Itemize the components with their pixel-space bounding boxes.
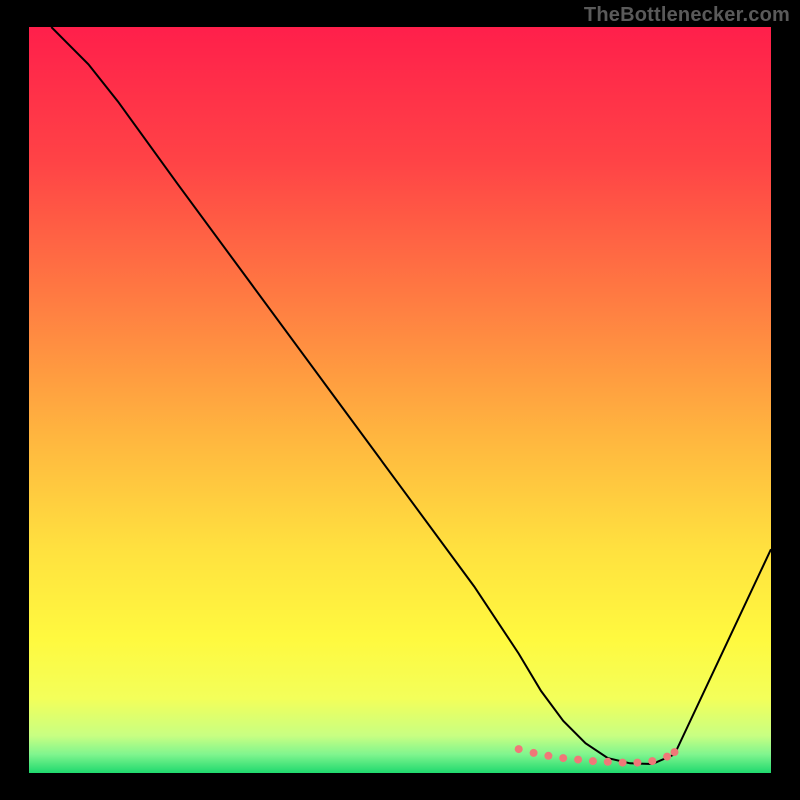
marker-point (648, 757, 656, 765)
chart-canvas: TheBottlenecker.com (0, 0, 800, 800)
marker-point (589, 757, 597, 765)
marker-point (544, 752, 552, 760)
marker-point (530, 749, 538, 757)
marker-point (619, 759, 627, 767)
marker-point (574, 756, 582, 764)
marker-point (663, 753, 671, 761)
marker-point (559, 754, 567, 762)
gradient-background (29, 27, 771, 773)
plot-svg (29, 27, 771, 773)
marker-point (604, 758, 612, 766)
marker-point (633, 759, 641, 767)
watermark-text: TheBottlenecker.com (584, 4, 790, 27)
marker-point (515, 745, 523, 753)
plot-frame (29, 27, 771, 773)
marker-point (671, 748, 679, 756)
